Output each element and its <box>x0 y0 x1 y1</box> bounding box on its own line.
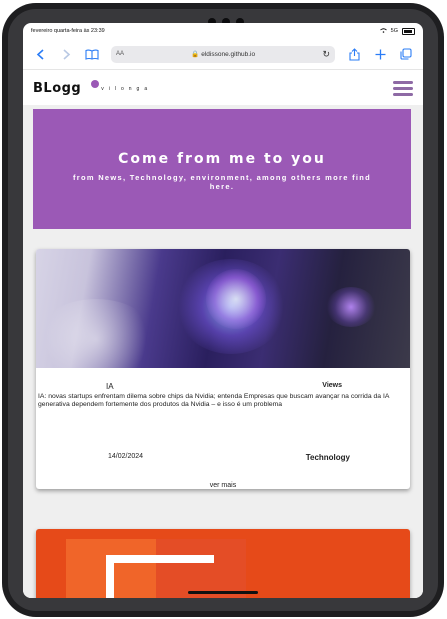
url-display: 🔒 eldissone.github.io <box>124 50 322 58</box>
address-bar[interactable]: AA 🔒 eldissone.github.io ↻ <box>111 45 335 63</box>
post-card[interactable] <box>36 529 410 598</box>
site-logo[interactable]: BLogg vilonga <box>33 79 153 96</box>
url-text: eldissone.github.io <box>201 51 256 58</box>
status-indicators: 5G <box>379 27 415 35</box>
status-datetime: fevereiro quarta-feira às 23:39 <box>31 28 105 34</box>
reader-aa-button[interactable]: AA <box>116 51 124 57</box>
logo-subtitle: vilonga <box>101 85 153 92</box>
post-date: 14/02/2024 <box>108 453 144 460</box>
views-label: Views <box>322 382 342 389</box>
screen: fevereiro quarta-feira às 23:39 5G AA 🔒 … <box>23 23 423 598</box>
home-indicator[interactable] <box>188 591 258 594</box>
hero-banner: Come from me to you from News, Technolog… <box>33 109 411 229</box>
site-header: BLogg vilonga <box>23 70 423 106</box>
post-category: Technology <box>305 453 350 462</box>
read-more-link[interactable]: ver mais <box>36 482 410 489</box>
reload-icon[interactable]: ↻ <box>322 49 330 60</box>
post-meta-bottom: 14/02/2024 Technology <box>36 409 410 462</box>
logo-title: BLogg <box>33 80 82 96</box>
post-card[interactable]: IA Views IA: novas startups enfrentam di… <box>36 249 410 489</box>
wifi-icon <box>379 27 387 35</box>
post-meta-top: IA Views <box>36 368 410 391</box>
back-icon[interactable] <box>29 43 51 65</box>
post-image[interactable] <box>36 249 410 368</box>
post-description: IA: novas startups enfrentam dilema sobr… <box>38 393 389 408</box>
battery-icon <box>402 27 415 35</box>
post-title: IA <box>106 382 114 391</box>
hero-title: Come from me to you <box>118 151 326 167</box>
signal-label: 5G <box>390 28 398 34</box>
bookmarks-icon[interactable] <box>81 43 103 65</box>
share-icon[interactable] <box>343 43 365 65</box>
page-content: Come from me to you from News, Technolog… <box>23 105 423 598</box>
tabs-icon[interactable] <box>395 43 417 65</box>
status-bar: fevereiro quarta-feira às 23:39 5G <box>23 23 423 39</box>
forward-icon[interactable] <box>55 43 77 65</box>
browser-toolbar: AA 🔒 eldissone.github.io ↻ <box>23 39 423 70</box>
menu-icon[interactable] <box>393 80 413 96</box>
lock-icon: 🔒 <box>191 51 200 58</box>
logo-dot-icon <box>91 79 100 88</box>
new-tab-icon[interactable] <box>369 43 391 65</box>
hero-subtitle: from News, Technology, environment, amon… <box>72 173 372 191</box>
